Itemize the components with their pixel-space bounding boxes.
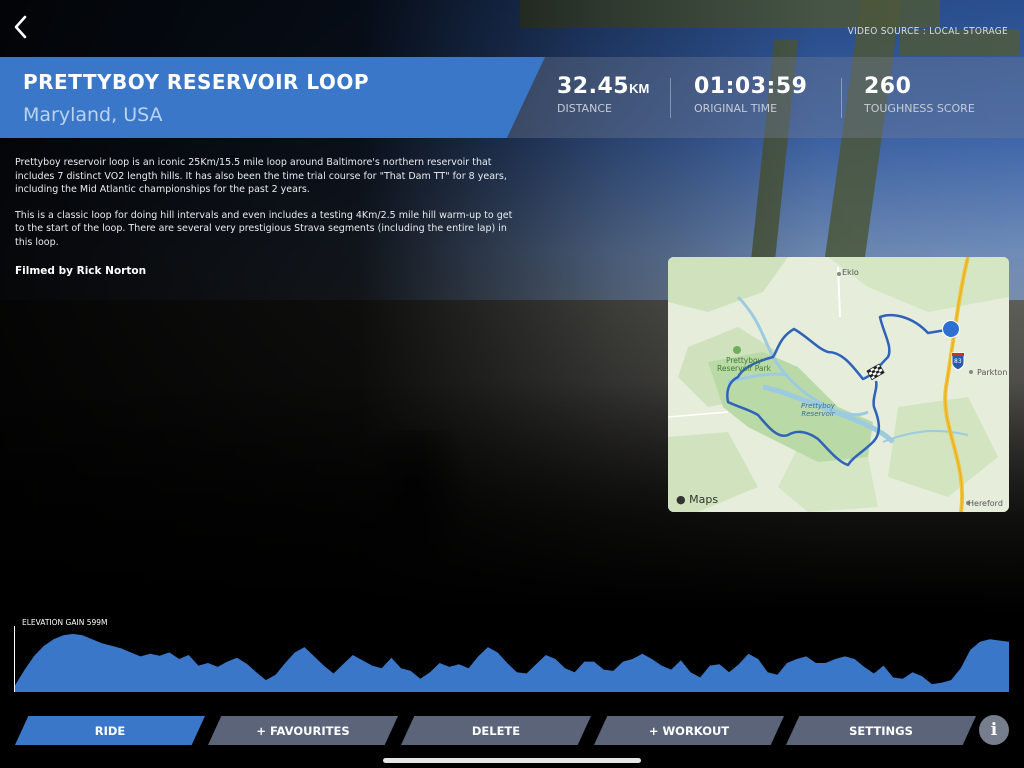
- apple-logo-icon: ●: [676, 493, 686, 506]
- route-location: Maryland, USA: [23, 104, 163, 126]
- stat-divider: [670, 78, 671, 118]
- ride-button[interactable]: RIDE: [15, 716, 205, 745]
- route-description: Prettyboy reservoir loop is an iconic 25…: [15, 156, 520, 261]
- stat-original-time: 01:03:59 ORIGINAL TIME: [694, 74, 807, 115]
- description-paragraph: This is a classic loop for doing hill in…: [15, 209, 513, 248]
- filmed-by-credit: Filmed by Rick Norton: [15, 265, 147, 277]
- stat-label: DISTANCE: [557, 102, 612, 115]
- stat-distance: 32.45KM DISTANCE: [557, 74, 649, 115]
- stat-value: 01:03:59: [694, 74, 808, 99]
- stat-divider: [841, 78, 842, 118]
- map-canvas: [668, 257, 1009, 512]
- stat-value: 32.45: [557, 74, 630, 99]
- chevron-left-icon: [14, 15, 27, 39]
- route-map[interactable]: Eklo Prettyboy Reservoir Park Prettyboy …: [668, 257, 1009, 512]
- route-title: PRETTYBOY RESERVOIR LOOP: [23, 70, 370, 94]
- maps-brand: ● Maps: [676, 493, 718, 506]
- map-label-parkton: Parkton: [977, 368, 1008, 377]
- stat-toughness-score: 260 TOUGHNESS SCORE: [864, 74, 975, 115]
- stat-value: 260: [864, 74, 912, 99]
- video-source-label: VIDEO SOURCE : LOCAL STORAGE: [847, 26, 1008, 37]
- elevation-profile: [15, 633, 1009, 692]
- maps-brand-label: Maps: [689, 493, 719, 506]
- stat-unit: KM: [629, 81, 650, 96]
- info-button[interactable]: i: [979, 715, 1009, 745]
- elevation-area: [15, 633, 1009, 692]
- home-indicator: [383, 758, 641, 763]
- map-label-park: Prettyboy Reservoir Park: [717, 356, 771, 373]
- settings-button[interactable]: SETTINGS: [786, 716, 976, 745]
- add-workout-button[interactable]: + WORKOUT: [594, 716, 784, 745]
- map-label-reservoir: Prettyboy Reservoir: [801, 402, 835, 418]
- delete-button[interactable]: DELETE: [401, 716, 591, 745]
- map-label-hereford: Hereford: [968, 499, 1003, 508]
- back-button[interactable]: [10, 12, 32, 42]
- map-label-interstate: 83: [954, 358, 962, 365]
- map-label-eklo: Eklo: [842, 268, 859, 277]
- stat-label: TOUGHNESS SCORE: [864, 102, 975, 115]
- stat-label: ORIGINAL TIME: [694, 102, 778, 115]
- description-paragraph: Prettyboy reservoir loop is an iconic 25…: [15, 157, 507, 195]
- add-favourites-button[interactable]: + FAVOURITES: [208, 716, 398, 745]
